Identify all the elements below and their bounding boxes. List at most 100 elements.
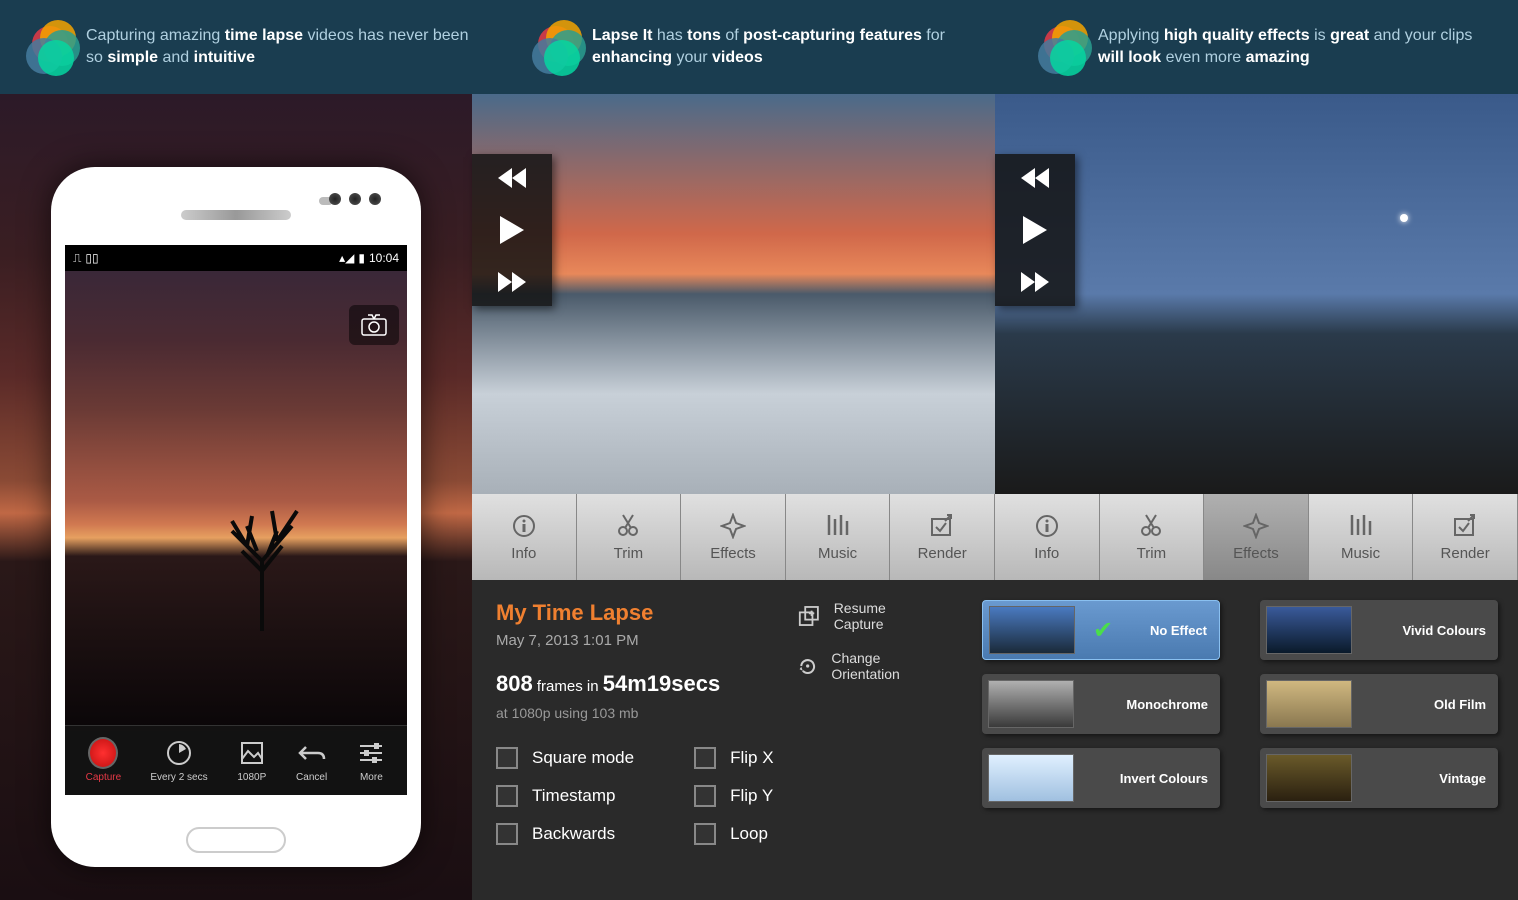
tab-render[interactable]: Render (1413, 494, 1518, 580)
checkbox-icon (496, 823, 518, 845)
preview-panel-2[interactable] (995, 94, 1518, 494)
banner-item-3: Applying high quality effects is great a… (1012, 0, 1518, 94)
fast-forward-icon[interactable] (498, 272, 526, 292)
more-button[interactable]: More (356, 738, 386, 783)
effects-icon (1243, 513, 1269, 539)
trim-icon (1138, 513, 1164, 539)
checkbox-flip-x[interactable]: Flip X (694, 747, 773, 769)
camera-flip-icon (358, 313, 390, 337)
fast-forward-icon[interactable] (1021, 272, 1049, 292)
checkbox-icon (694, 823, 716, 845)
tab-info[interactable]: Info (472, 494, 577, 580)
frames-info: 808 frames in 54m19secs (496, 671, 778, 697)
record-icon (88, 737, 118, 769)
effect-thumbnail (988, 754, 1074, 802)
banner-item-2: Lapse It has tons of post-capturing feat… (506, 0, 1012, 94)
clock: 10:04 (369, 251, 399, 265)
tab-effects[interactable]: Effects (681, 494, 786, 580)
editor-tabs: InfoTrimEffectsMusicRenderInfoTrimEffect… (472, 494, 1518, 580)
status-bar: ⎍ ▯▯ ▴◢ ▮ 10:04 (65, 245, 407, 271)
effect-vivid-colours[interactable]: Vivid Colours (1260, 600, 1498, 660)
preview-panel-1[interactable] (472, 94, 995, 494)
resume-capture-button[interactable]: Resume Capture (798, 600, 938, 632)
checkbox-icon (496, 747, 518, 769)
checkbox-icon (496, 785, 518, 807)
app-logo (1032, 20, 1086, 74)
effect-invert-colours[interactable]: Invert Colours (982, 748, 1220, 808)
tab-info[interactable]: Info (995, 494, 1100, 580)
trim-icon (615, 513, 641, 539)
switch-camera-button[interactable] (349, 305, 399, 345)
project-date: May 7, 2013 1:01 PM (496, 632, 778, 649)
rewind-icon[interactable] (1021, 168, 1049, 188)
interval-button[interactable]: Every 2 secs (150, 738, 207, 783)
layers-icon (798, 605, 820, 627)
effect-thumbnail (989, 606, 1075, 654)
effect-no-effect[interactable]: ✔No Effect (982, 600, 1220, 660)
rotate-icon (798, 655, 817, 677)
image-icon (240, 741, 264, 765)
play-icon[interactable] (1023, 216, 1047, 244)
tab-effects[interactable]: Effects (1204, 494, 1309, 580)
rewind-icon[interactable] (498, 168, 526, 188)
tab-music[interactable]: Music (1309, 494, 1414, 580)
project-title: My Time Lapse (496, 600, 778, 626)
checkbox-flip-y[interactable]: Flip Y (694, 785, 773, 807)
banner-item-1: Capturing amazing time lapse videos has … (0, 0, 506, 94)
effect-thumbnail (1266, 606, 1352, 654)
change-orientation-button[interactable]: Change Orientation (798, 650, 938, 682)
resolution-button[interactable]: 1080P (237, 738, 267, 783)
checkbox-icon (694, 747, 716, 769)
checkbox-timestamp[interactable]: Timestamp (496, 785, 634, 807)
info-icon (1034, 513, 1060, 539)
info-panel: My Time Lapse May 7, 2013 1:01 PM 808 fr… (472, 580, 962, 900)
battery-icon: ▮ (358, 251, 365, 265)
banner-text-2: Lapse It has tons of post-capturing feat… (592, 25, 992, 70)
banner-text-3: Applying high quality effects is great a… (1098, 25, 1498, 70)
app-logo (526, 20, 580, 74)
render-icon (1452, 513, 1478, 539)
tab-music[interactable]: Music (786, 494, 891, 580)
top-banner: Capturing amazing time lapse videos has … (0, 0, 1518, 94)
tree-silhouette (202, 481, 322, 631)
phone-showcase: ⎍▯▯ ▴◢▮10:04 Capture Ever (0, 94, 472, 900)
checkbox-loop[interactable]: Loop (694, 823, 773, 845)
effects-panel: ✔No Effect Vivid Colours Monochrome Old Fil… (962, 580, 1518, 900)
checkbox-square-mode[interactable]: Square mode (496, 747, 634, 769)
tab-render[interactable]: Render (890, 494, 995, 580)
capture-button[interactable]: Capture (86, 738, 122, 783)
cancel-button[interactable]: Cancel (296, 738, 327, 783)
phone-mockup: ⎍▯▯ ▴◢▮10:04 Capture Ever (51, 167, 421, 867)
checkmark-icon: ✔ (1093, 616, 1113, 645)
effect-thumbnail (988, 680, 1074, 728)
play-icon[interactable] (500, 216, 524, 244)
home-button[interactable] (186, 827, 286, 853)
signal-icon: ▯▯ (85, 251, 98, 266)
tab-trim[interactable]: Trim (577, 494, 682, 580)
music-icon (825, 513, 851, 539)
music-icon (1348, 513, 1374, 539)
tab-trim[interactable]: Trim (1100, 494, 1205, 580)
effect-thumbnail (1266, 754, 1352, 802)
effect-monochrome[interactable]: Monochrome (982, 674, 1220, 734)
effect-vintage[interactable]: Vintage (1260, 748, 1498, 808)
undo-icon (298, 743, 326, 763)
playback-controls (995, 154, 1075, 306)
checkbox-icon (694, 785, 716, 807)
effects-icon (720, 513, 746, 539)
effect-thumbnail (1266, 680, 1352, 728)
playback-controls (472, 154, 552, 306)
usb-icon: ⎍ (73, 251, 81, 266)
effect-old-film[interactable]: Old Film (1260, 674, 1498, 734)
moon (1400, 214, 1408, 222)
camera-viewfinder[interactable] (65, 271, 407, 731)
capture-toolbar: Capture Every 2 secs 1080P Cancel (65, 725, 407, 795)
checkbox-backwards[interactable]: Backwards (496, 823, 634, 845)
info-icon (511, 513, 537, 539)
timer-icon (166, 740, 192, 766)
sliders-icon (358, 741, 384, 765)
banner-text-1: Capturing amazing time lapse videos has … (86, 25, 486, 70)
render-icon (929, 513, 955, 539)
signal-icon: ▴◢ (339, 251, 354, 265)
app-logo (20, 20, 74, 74)
